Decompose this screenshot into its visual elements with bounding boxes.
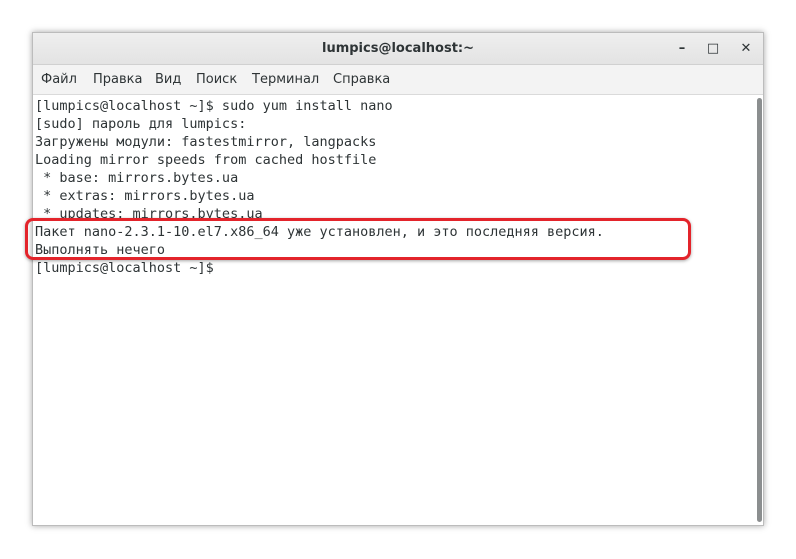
close-button[interactable]: ✕ [734, 37, 758, 61]
scrollbar-thumb[interactable] [757, 98, 762, 522]
menu-edit[interactable]: Правка [93, 65, 142, 95]
terminal-line: Loading mirror speeds from cached hostfi… [35, 152, 377, 168]
maximize-button[interactable]: □ [701, 37, 725, 61]
menu-terminal[interactable]: Терминал [252, 65, 319, 95]
minimize-button[interactable]: – [670, 37, 694, 61]
terminal-line: [sudo] пароль для lumpics: [35, 116, 247, 132]
window-title: lumpics@localhost:~ [321, 41, 474, 56]
menu-view[interactable]: Вид [155, 65, 181, 95]
menu-search[interactable]: Поиск [196, 65, 237, 95]
terminal-window: lumpics@localhost:~ – □ ✕ Файл Правка Ви… [32, 32, 764, 526]
menu-bar: Файл Правка Вид Поиск Терминал Справка [33, 65, 763, 95]
terminal-line: Загружены модули: fastestmirror, langpac… [35, 134, 377, 150]
menu-help[interactable]: Справка [333, 65, 390, 95]
highlight-box [25, 218, 691, 260]
menu-file[interactable]: Файл [41, 65, 77, 95]
terminal-prompt: [lumpics@localhost ~]$ [35, 260, 214, 276]
terminal-line: * base: mirrors.bytes.ua [35, 170, 239, 186]
terminal-output[interactable]: [lumpics@localhost ~]$ sudo yum install … [33, 95, 755, 525]
vertical-scrollbar[interactable] [755, 95, 763, 525]
terminal-line: [lumpics@localhost ~]$ sudo yum install … [35, 98, 393, 114]
terminal-line: * extras: mirrors.bytes.ua [35, 188, 255, 204]
title-bar[interactable]: lumpics@localhost:~ – □ ✕ [33, 33, 763, 65]
